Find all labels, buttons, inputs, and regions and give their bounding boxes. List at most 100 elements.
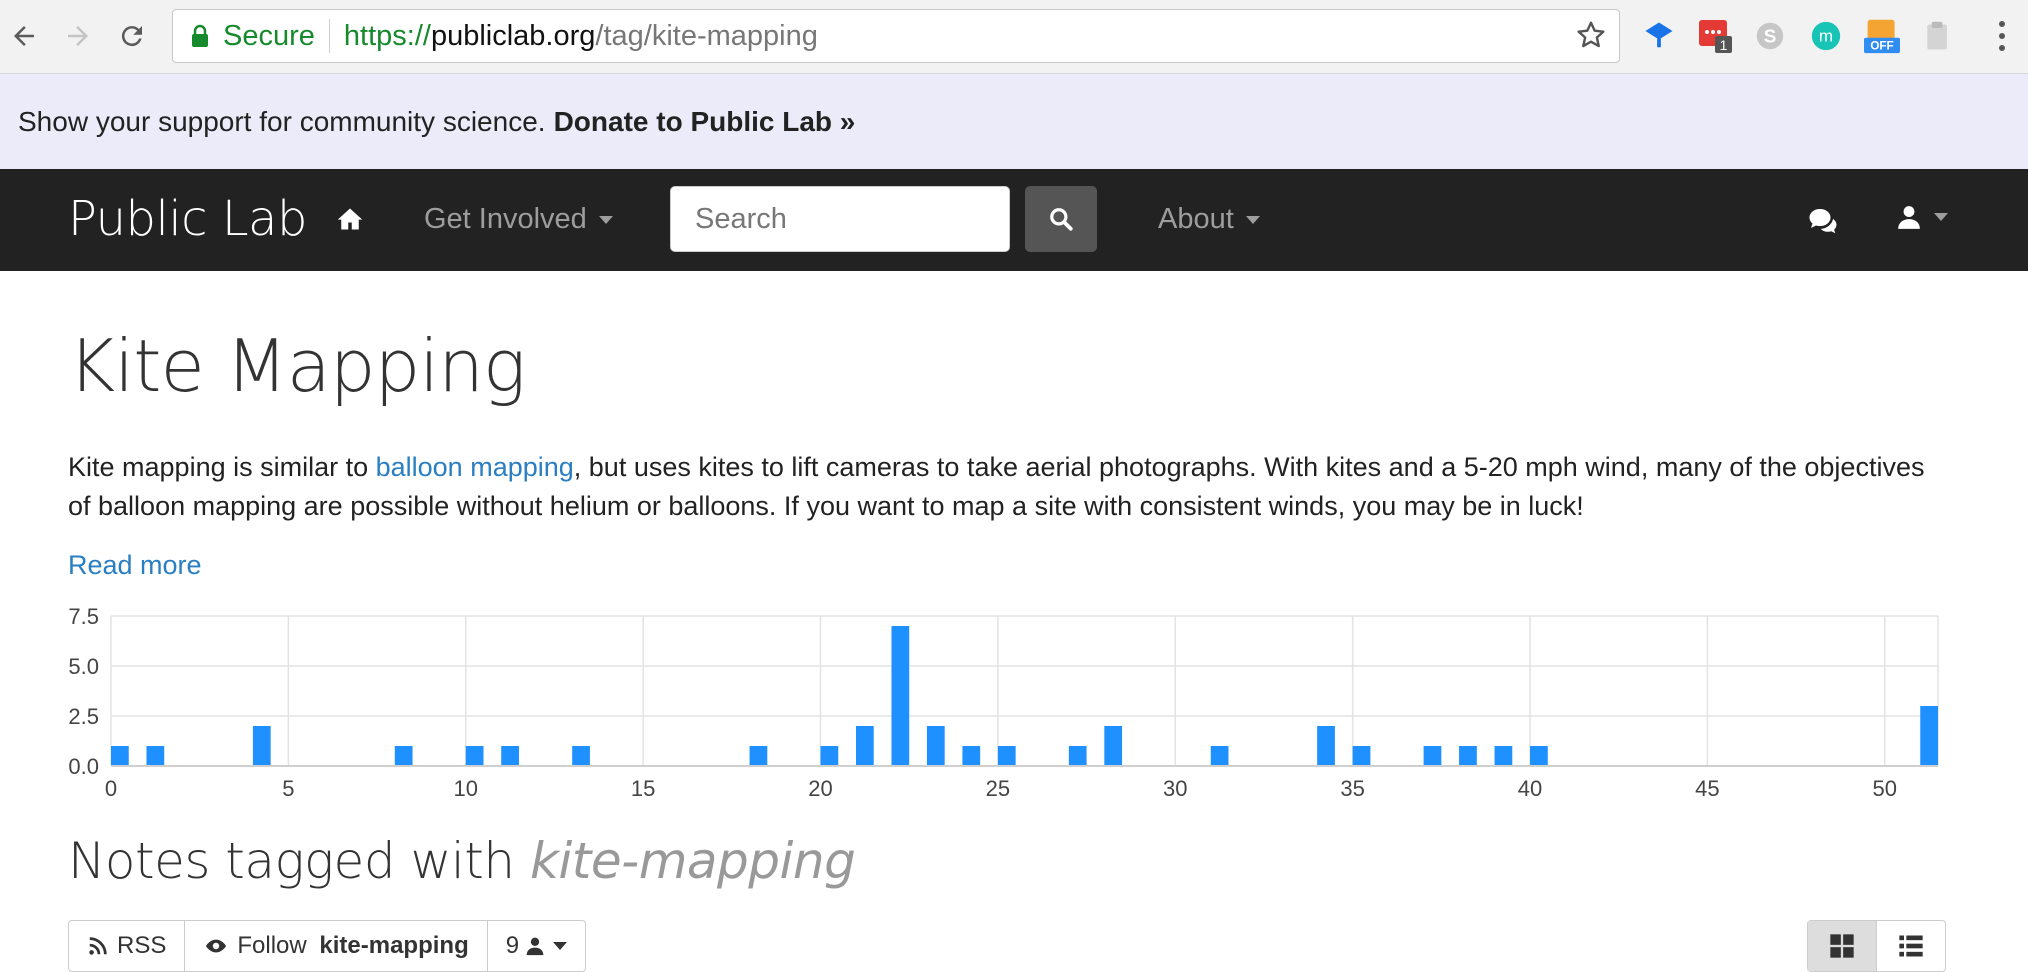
page-title: Kite Mapping (68, 324, 526, 408)
about-menu[interactable]: About (1158, 203, 1260, 236)
get-involved-label: Get Involved (424, 203, 587, 235)
brand-logo[interactable]: Public Lab (68, 191, 307, 247)
x-tick-label: 35 (1340, 776, 1364, 801)
x-tick-label: 10 (454, 776, 478, 801)
clipboard-extension-icon[interactable] (1920, 18, 1956, 54)
chart-bar (1210, 746, 1229, 766)
skype-extension-icon[interactable]: S (1752, 18, 1788, 54)
notes-heading-tag: kite-mapping (529, 832, 856, 890)
address-bar[interactable]: Secure https://publiclab.org/tag/kite-ma… (172, 9, 1620, 63)
chat-icon[interactable] (1808, 207, 1838, 235)
read-more-link[interactable]: Read more (68, 550, 202, 581)
caret-down-icon (1934, 213, 1948, 221)
chart-bar (1104, 726, 1123, 766)
lock-icon (192, 24, 208, 47)
chart-bar (855, 726, 874, 766)
view-toggle (1807, 920, 1946, 972)
follow-button[interactable]: Follow kite-mapping (185, 921, 488, 971)
chart-bar (749, 746, 768, 766)
get-involved-menu[interactable]: Get Involved (424, 203, 613, 236)
x-tick-label: 25 (986, 776, 1010, 801)
svg-text:1: 1 (1720, 37, 1728, 53)
user-menu[interactable] (1896, 203, 1948, 231)
donate-link[interactable]: Donate to Public Lab » (554, 106, 856, 138)
url-scheme: https:// (343, 19, 431, 52)
activity-chart: 0.0 2.5 5.0 7.5 0 5 10 15 20 25 30 35 40 45 50 (68, 604, 1939, 801)
search-input[interactable] (670, 186, 1010, 252)
followers-dropdown[interactable]: 9 (488, 921, 585, 971)
x-tick-label: 15 (631, 776, 655, 801)
chart-bar (111, 746, 129, 766)
banner-text: Show your support for community science. (18, 105, 546, 137)
notes-heading: Notes tagged with kite-mapping (68, 832, 856, 890)
tree-extension-icon[interactable] (1641, 18, 1677, 54)
chart-bar (146, 746, 165, 766)
chart-bar (252, 726, 271, 766)
chart-bar (501, 746, 519, 766)
chart-bar (1494, 746, 1513, 766)
x-tick-label: 20 (808, 776, 832, 801)
search-icon (1050, 208, 1073, 231)
y-tick-label: 7.5 (68, 604, 99, 629)
home-icon[interactable] (336, 205, 364, 233)
notes-heading-prefix: Notes tagged with (68, 832, 530, 890)
reload-button[interactable] (112, 16, 152, 56)
main-navbar: Public Lab Get Involved About (0, 169, 2028, 271)
x-tick-label: 0 (105, 776, 117, 801)
about-label: About (1158, 203, 1234, 235)
address-separator (328, 19, 330, 53)
forward-button[interactable] (58, 16, 98, 56)
grid-view-button[interactable] (1808, 921, 1877, 971)
secure-label: Secure (223, 19, 315, 52)
chart-bar (1352, 746, 1371, 766)
m-extension-icon[interactable]: m (1808, 18, 1844, 54)
chart-bar (465, 746, 484, 766)
tag-actions: RSS Follow kite-mapping 9 (68, 920, 587, 972)
chart-bar (926, 726, 945, 766)
chart-bar (997, 746, 1016, 766)
chart-bar (962, 746, 981, 766)
back-button[interactable] (4, 16, 44, 56)
svg-text:m: m (1819, 27, 1833, 46)
y-tick-label: 5.0 (68, 654, 99, 679)
search-button[interactable] (1025, 186, 1097, 252)
tag-description: Kite mapping is similar to balloon mappi… (68, 448, 1948, 526)
chart-bar (1459, 746, 1477, 766)
x-tick-label: 45 (1695, 776, 1719, 801)
browser-menu-icon[interactable] (1996, 18, 2008, 54)
donation-banner: Show your support for community science.… (0, 74, 2028, 169)
svg-text:OFF: OFF (1870, 40, 1893, 53)
chart-bar (820, 746, 839, 766)
balloon-mapping-link[interactable]: balloon mapping (376, 452, 574, 482)
reload-icon (121, 26, 142, 47)
chart-bar (1068, 746, 1087, 766)
chart-bar (1317, 726, 1335, 766)
chart-bar (572, 746, 590, 766)
caret-down-icon (598, 215, 613, 224)
user-icon (526, 937, 544, 956)
eye-icon (206, 939, 227, 953)
x-tick-label: 40 (1518, 776, 1542, 801)
chart-bar (891, 626, 910, 766)
user-icon (1898, 206, 1920, 229)
forward-arrow-icon (68, 26, 88, 46)
list-view-button[interactable] (1877, 921, 1945, 971)
x-tick-label: 50 (1873, 776, 1897, 801)
y-tick-label: 2.5 (68, 704, 99, 729)
off-extension-icon[interactable]: OFF (1864, 18, 1900, 54)
rss-icon (89, 937, 107, 955)
chart-bar (1530, 746, 1548, 766)
description-text-start: Kite mapping is similar to (68, 452, 376, 482)
url-path: /tag/kite-mapping (595, 19, 818, 52)
bookmark-star-icon[interactable] (1575, 19, 1607, 51)
chart-bar (1920, 706, 1938, 766)
browser-toolbar: Secure https://publiclab.org/tag/kite-ma… (0, 0, 2028, 74)
caret-down-icon (553, 942, 568, 950)
back-arrow-icon (14, 26, 34, 46)
caret-down-icon (1245, 215, 1260, 224)
todo-extension-icon[interactable]: 1 (1697, 18, 1733, 54)
url-host: publiclab.org (430, 19, 596, 52)
x-tick-label: 30 (1163, 776, 1187, 801)
rss-button[interactable]: RSS (69, 921, 186, 971)
x-tick-label: 5 (282, 776, 294, 801)
